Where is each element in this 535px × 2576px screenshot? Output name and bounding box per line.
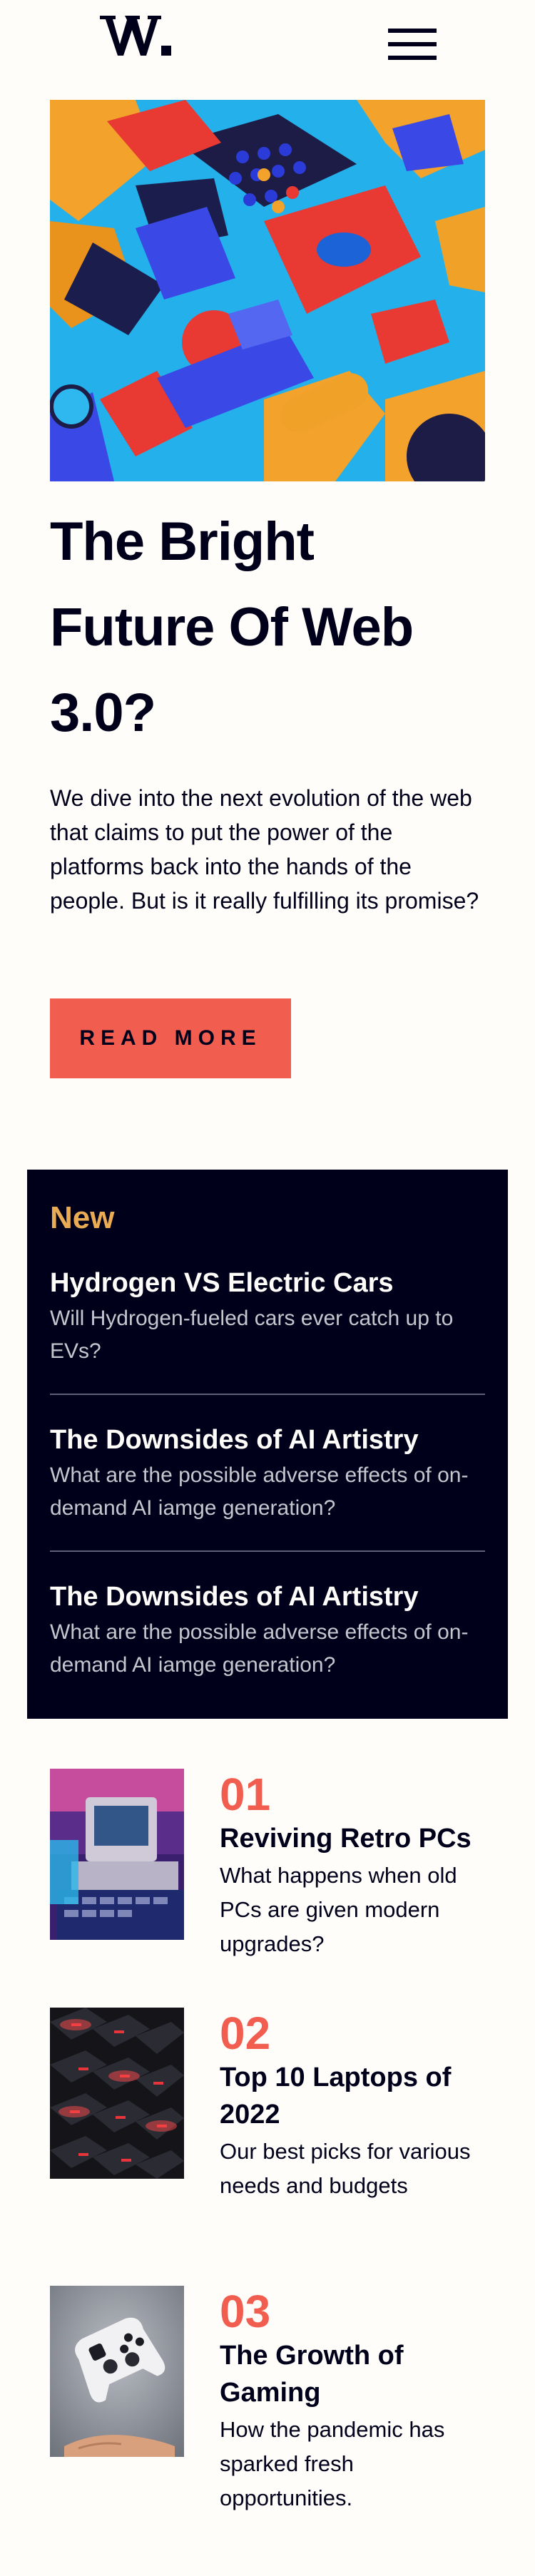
numbered-article: 02 Top 10 Laptops of 2022 Our best picks… — [50, 2008, 485, 2198]
numbered-article-text: 01 Reviving Retro PCs What happens when … — [220, 1769, 485, 1961]
article-number: 02 — [220, 2008, 271, 2059]
new-item-title[interactable]: Hydrogen VS Electric Cars — [50, 1264, 485, 1302]
new-heading: New — [50, 1200, 115, 1235]
laptop-keyboard-image — [50, 2008, 184, 2179]
new-item: The Downsides of AI Artistry What are th… — [50, 1578, 485, 1682]
new-item-description: What are the possible adverse effects of… — [50, 1463, 469, 1520]
article-description: Our best picks for various needs and bud… — [220, 2139, 471, 2198]
new-item-description: Will Hydrogen-fueled cars ever catch up … — [50, 1307, 454, 1363]
hero-image — [50, 100, 485, 481]
new-item: Hydrogen VS Electric Cars Will Hydrogen-… — [50, 1264, 485, 1395]
new-item-title[interactable]: The Downsides of AI Artistry — [50, 1421, 485, 1459]
page: The Bright Future Of Web 3.0? We dive in… — [0, 0, 535, 2576]
numbered-article: 01 Reviving Retro PCs What happens when … — [50, 1769, 485, 1956]
numbered-article: 03 The Growth of Gaming How the pandemic… — [50, 2286, 485, 2510]
retro-pc-image — [50, 1769, 184, 1940]
new-articles-panel: New Hydrogen VS Electric Cars Will Hydro… — [27, 1170, 508, 1719]
new-item-description: What are the possible adverse effects of… — [50, 1620, 469, 1677]
hero-title: The Bright Future Of Web 3.0? — [50, 511, 414, 743]
read-more-button[interactable]: READ MORE — [50, 998, 291, 1078]
article-title[interactable]: The Growth of Gaming — [220, 2337, 485, 2411]
logo[interactable] — [100, 13, 173, 57]
article-title[interactable]: Reviving Retro PCs — [220, 1820, 485, 1857]
new-item-title[interactable]: The Downsides of AI Artistry — [50, 1578, 485, 1616]
numbered-article-text: 02 Top 10 Laptops of 2022 Our best picks… — [220, 2008, 485, 2203]
hamburger-menu-icon[interactable] — [388, 29, 437, 60]
new-item: The Downsides of AI Artistry What are th… — [50, 1421, 485, 1552]
numbered-article-text: 03 The Growth of Gaming How the pandemic… — [220, 2286, 485, 2515]
hero-description: We dive into the next evolution of the w… — [50, 785, 479, 914]
game-controller-image — [50, 2286, 184, 2457]
article-title[interactable]: Top 10 Laptops of 2022 — [220, 2059, 485, 2133]
article-number: 01 — [220, 1769, 271, 1820]
article-number: 03 — [220, 2286, 271, 2337]
article-description: What happens when old PCs are given mode… — [220, 1863, 457, 1956]
site-header — [50, 0, 485, 100]
article-description: How the pandemic has sparked fresh oppor… — [220, 2417, 445, 2510]
